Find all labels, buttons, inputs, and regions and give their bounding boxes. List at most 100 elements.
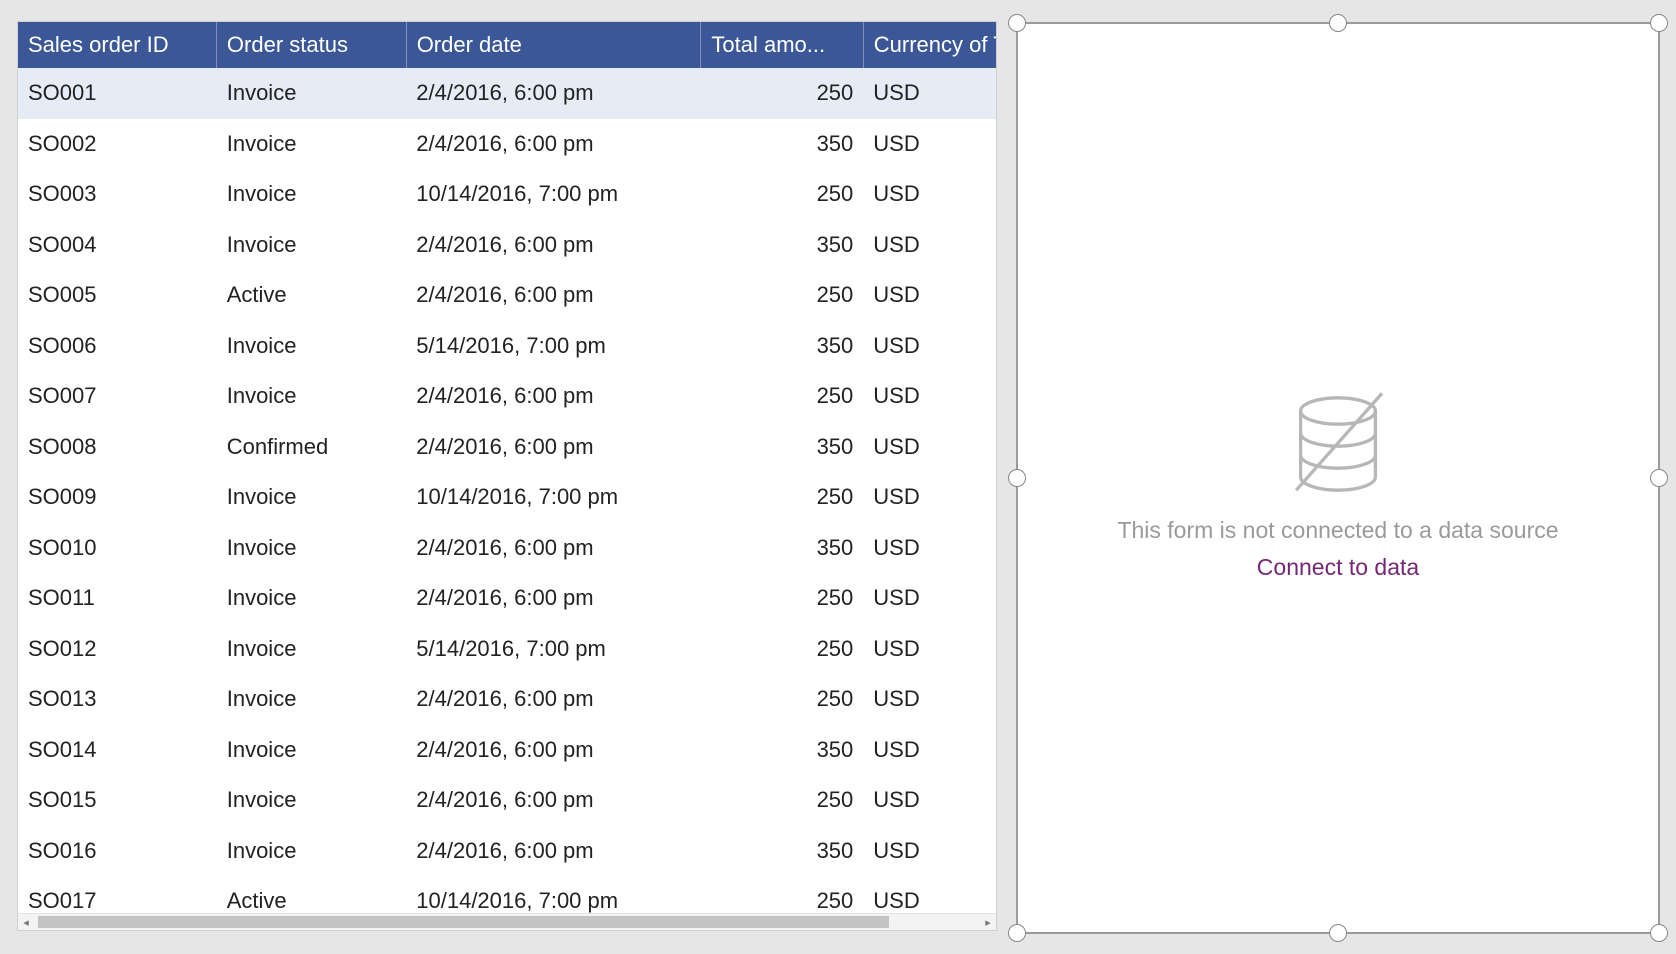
cell-order-status: Confirmed [217, 434, 407, 460]
cell-currency: USD [863, 282, 996, 308]
cell-currency: USD [863, 232, 996, 258]
resize-handle-bottom-left[interactable] [1008, 924, 1026, 942]
cell-sales-order-id: SO003 [18, 181, 217, 207]
table-row[interactable]: SO013Invoice2/4/2016, 6:00 pm250USD [18, 674, 996, 725]
grid-horizontal-scrollbar[interactable]: ◂ ▸ [18, 913, 996, 930]
resize-handle-bottom-right[interactable] [1650, 924, 1668, 942]
table-row[interactable]: SO015Invoice2/4/2016, 6:00 pm250USD [18, 775, 996, 826]
cell-currency: USD [863, 686, 996, 712]
cell-total-amount: 250 [701, 181, 863, 207]
cell-order-date: 2/4/2016, 6:00 pm [406, 282, 701, 308]
cell-order-status: Active [217, 888, 407, 913]
cell-sales-order-id: SO013 [18, 686, 217, 712]
cell-total-amount: 350 [701, 434, 863, 460]
grid-scroll-area[interactable]: SO001Invoice2/4/2016, 6:00 pm250USDSO002… [18, 68, 996, 913]
cell-order-date: 10/14/2016, 7:00 pm [406, 888, 701, 913]
column-header-currency[interactable]: Currency of T [863, 22, 996, 68]
cell-order-status: Invoice [217, 333, 407, 359]
cell-order-status: Invoice [217, 737, 407, 763]
cell-currency: USD [863, 838, 996, 864]
table-row[interactable]: SO005Active2/4/2016, 6:00 pm250USD [18, 270, 996, 321]
scroll-right-arrow-icon[interactable]: ▸ [980, 914, 996, 930]
cell-total-amount: 350 [701, 232, 863, 258]
cell-order-date: 2/4/2016, 6:00 pm [406, 585, 701, 611]
cell-total-amount: 250 [701, 585, 863, 611]
sales-order-grid: Sales order ID Order status Order date T… [18, 22, 996, 930]
cell-total-amount: 350 [701, 737, 863, 763]
resize-handle-middle-left[interactable] [1008, 469, 1026, 487]
table-row[interactable]: SO010Invoice2/4/2016, 6:00 pm350USD [18, 523, 996, 574]
scroll-horizontal-track[interactable] [34, 914, 980, 930]
cell-sales-order-id: SO006 [18, 333, 217, 359]
cell-order-date: 2/4/2016, 6:00 pm [406, 737, 701, 763]
resize-handle-top-left[interactable] [1008, 14, 1026, 32]
cell-order-status: Invoice [217, 838, 407, 864]
cell-currency: USD [863, 333, 996, 359]
cell-order-status: Invoice [217, 535, 407, 561]
column-header-sales-order-id[interactable]: Sales order ID [18, 22, 216, 68]
cell-currency: USD [863, 131, 996, 157]
cell-sales-order-id: SO014 [18, 737, 217, 763]
cell-order-status: Invoice [217, 686, 407, 712]
cell-sales-order-id: SO015 [18, 787, 217, 813]
cell-order-status: Invoice [217, 636, 407, 662]
cell-currency: USD [863, 181, 996, 207]
cell-sales-order-id: SO017 [18, 888, 217, 913]
cell-currency: USD [863, 888, 996, 913]
column-header-order-status[interactable]: Order status [216, 22, 406, 68]
scroll-horizontal-thumb[interactable] [38, 916, 889, 928]
cell-total-amount: 350 [701, 333, 863, 359]
cell-order-date: 2/4/2016, 6:00 pm [406, 131, 701, 157]
cell-total-amount: 250 [701, 383, 863, 409]
cell-order-date: 2/4/2016, 6:00 pm [406, 686, 701, 712]
resize-handle-top-center[interactable] [1329, 14, 1347, 32]
cell-order-date: 2/4/2016, 6:00 pm [406, 434, 701, 460]
table-row[interactable]: SO009Invoice10/14/2016, 7:00 pm250USD [18, 472, 996, 523]
cell-order-status: Invoice [217, 383, 407, 409]
resize-handle-top-right[interactable] [1650, 14, 1668, 32]
column-header-total-amount[interactable]: Total amo... [700, 22, 862, 68]
cell-currency: USD [863, 434, 996, 460]
table-row[interactable]: SO017Active10/14/2016, 7:00 pm250USD [18, 876, 996, 913]
cell-order-date: 2/4/2016, 6:00 pm [406, 383, 701, 409]
cell-total-amount: 250 [701, 787, 863, 813]
connect-to-data-link[interactable]: Connect to data [1257, 554, 1419, 581]
cell-order-status: Invoice [217, 131, 407, 157]
cell-currency: USD [863, 80, 996, 106]
table-row[interactable]: SO002Invoice2/4/2016, 6:00 pm350USD [18, 119, 996, 170]
table-row[interactable]: SO006Invoice5/14/2016, 7:00 pm350USD [18, 321, 996, 372]
table-row[interactable]: SO012Invoice5/14/2016, 7:00 pm250USD [18, 624, 996, 675]
form-empty-state: This form is not connected to a data sou… [1018, 389, 1658, 581]
table-row[interactable]: SO001Invoice2/4/2016, 6:00 pm250USD [18, 68, 996, 119]
cell-order-status: Invoice [217, 80, 407, 106]
cell-order-date: 2/4/2016, 6:00 pm [406, 80, 701, 106]
table-row[interactable]: SO011Invoice2/4/2016, 6:00 pm250USD [18, 573, 996, 624]
cell-sales-order-id: SO002 [18, 131, 217, 157]
table-row[interactable]: SO007Invoice2/4/2016, 6:00 pm250USD [18, 371, 996, 422]
scroll-left-arrow-icon[interactable]: ◂ [18, 914, 34, 930]
table-row[interactable]: SO008Confirmed2/4/2016, 6:00 pm350USD [18, 422, 996, 473]
cell-total-amount: 250 [701, 636, 863, 662]
resize-handle-middle-right[interactable] [1650, 469, 1668, 487]
cell-total-amount: 250 [701, 80, 863, 106]
cell-currency: USD [863, 585, 996, 611]
table-row[interactable]: SO016Invoice2/4/2016, 6:00 pm350USD [18, 826, 996, 877]
cell-total-amount: 250 [701, 686, 863, 712]
resize-handle-bottom-center[interactable] [1329, 924, 1347, 942]
column-header-order-date[interactable]: Order date [406, 22, 701, 68]
table-row[interactable]: SO003Invoice10/14/2016, 7:00 pm250USD [18, 169, 996, 220]
form-control[interactable]: This form is not connected to a data sou… [1016, 22, 1660, 934]
database-disconnected-icon [1283, 389, 1393, 499]
table-row[interactable]: SO014Invoice2/4/2016, 6:00 pm350USD [18, 725, 996, 776]
cell-currency: USD [863, 535, 996, 561]
cell-order-status: Invoice [217, 181, 407, 207]
cell-sales-order-id: SO008 [18, 434, 217, 460]
cell-currency: USD [863, 484, 996, 510]
cell-sales-order-id: SO001 [18, 80, 217, 106]
cell-order-date: 2/4/2016, 6:00 pm [406, 535, 701, 561]
cell-order-status: Invoice [217, 232, 407, 258]
cell-currency: USD [863, 636, 996, 662]
table-row[interactable]: SO004Invoice2/4/2016, 6:00 pm350USD [18, 220, 996, 271]
cell-order-date: 2/4/2016, 6:00 pm [406, 232, 701, 258]
cell-order-status: Invoice [217, 787, 407, 813]
